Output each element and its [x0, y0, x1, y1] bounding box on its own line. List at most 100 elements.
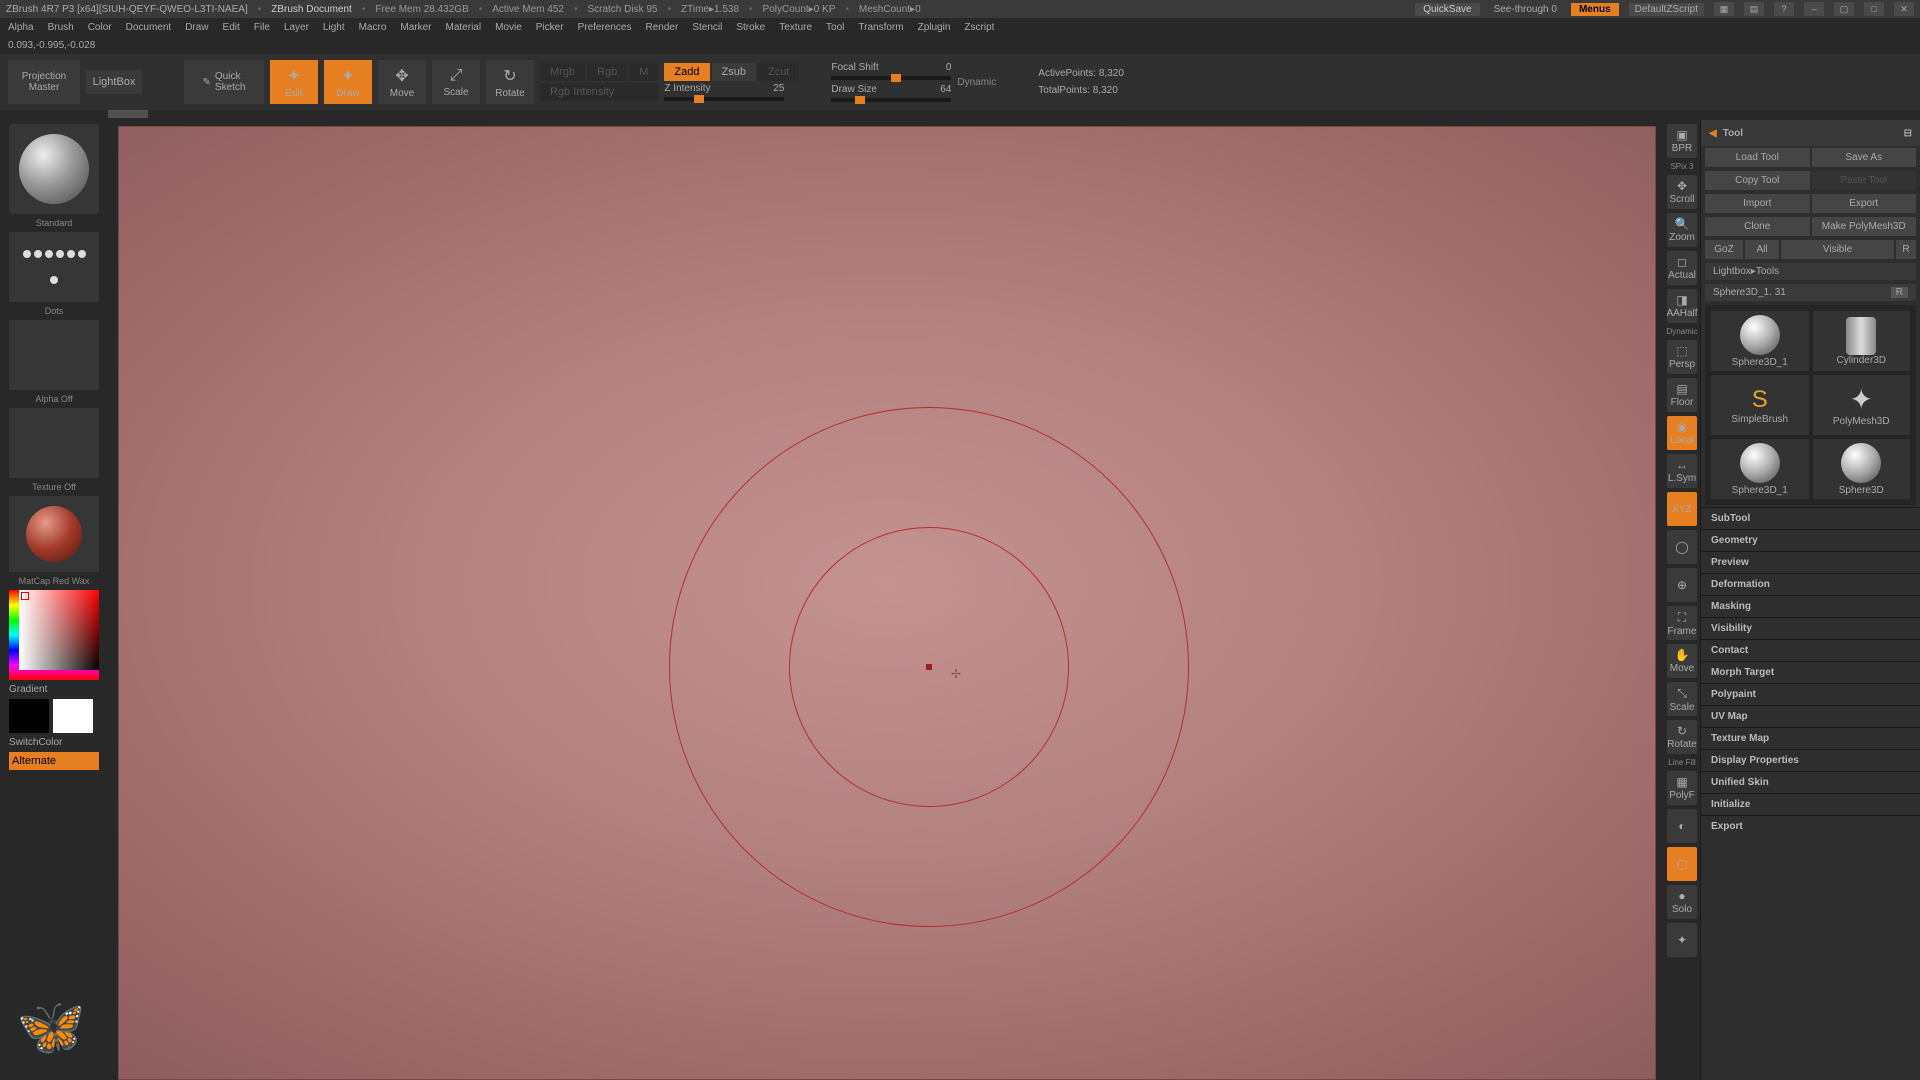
menu-draw[interactable]: Draw	[185, 22, 208, 33]
tool-thumb-sphere2[interactable]: Sphere3D_1	[1711, 439, 1809, 499]
zoom-button[interactable]: 🔍Zoom	[1667, 213, 1697, 247]
menu-render[interactable]: Render	[646, 22, 679, 33]
win-icon-1[interactable]: ▦	[1714, 2, 1734, 16]
rotate-button[interactable]: ↻Rotate	[486, 60, 534, 104]
subpalette-deformation[interactable]: Deformation	[1701, 573, 1920, 595]
menu-preferences[interactable]: Preferences	[578, 22, 632, 33]
subpalette-geometry[interactable]: Geometry	[1701, 529, 1920, 551]
spix-label[interactable]: SPix 3	[1670, 162, 1693, 171]
edit-button[interactable]: ✦Edit	[270, 60, 318, 104]
draw-size-slider[interactable]: Draw Size64	[831, 84, 951, 102]
close-icon[interactable]: ✕	[1894, 2, 1914, 16]
menu-light[interactable]: Light	[323, 22, 345, 33]
menu-macro[interactable]: Macro	[359, 22, 387, 33]
win-icon-2[interactable]: ▤	[1744, 2, 1764, 16]
ghost-button[interactable]: ▢	[1667, 847, 1697, 881]
tool-thumb-polymesh[interactable]: ✦PolyMesh3D	[1813, 375, 1911, 435]
menu-movie[interactable]: Movie	[495, 22, 522, 33]
xyz-button[interactable]: XYZ	[1667, 492, 1697, 526]
menu-tool[interactable]: Tool	[826, 22, 844, 33]
menus-button[interactable]: Menus	[1571, 3, 1619, 16]
subpalette-morphtarget[interactable]: Morph Target	[1701, 661, 1920, 683]
focal-shift-slider[interactable]: Focal Shift0	[831, 62, 951, 80]
menu-zplugin[interactable]: Zplugin	[918, 22, 951, 33]
copy-tool-button[interactable]: Copy Tool	[1705, 171, 1810, 190]
rgb-intensity[interactable]: Rgb Intensity	[540, 83, 658, 101]
quicksave-button[interactable]: QuickSave	[1415, 3, 1479, 16]
subpalette-unifiedskin[interactable]: Unified Skin	[1701, 771, 1920, 793]
goz-r-button[interactable]: R	[1896, 240, 1916, 259]
primary-color-swatch[interactable]	[53, 699, 93, 733]
subpalette-preview[interactable]: Preview	[1701, 551, 1920, 573]
bpr-button[interactable]: ▣BPR	[1667, 124, 1697, 158]
menu-material[interactable]: Material	[446, 22, 482, 33]
subpalette-initialize[interactable]: Initialize	[1701, 793, 1920, 815]
rotate-nav-button[interactable]: ↻Rotate	[1667, 720, 1697, 754]
menu-document[interactable]: Document	[126, 22, 172, 33]
floor-button[interactable]: ▤Floor	[1667, 378, 1697, 412]
switchcolor-button[interactable]: SwitchColor	[9, 737, 99, 748]
subpalette-texturemap[interactable]: Texture Map	[1701, 727, 1920, 749]
menu-picker[interactable]: Picker	[536, 22, 564, 33]
lsym-button[interactable]: ↔L.Sym	[1667, 454, 1697, 488]
menu-transform[interactable]: Transform	[858, 22, 903, 33]
menu-file[interactable]: File	[254, 22, 270, 33]
scroll-button[interactable]: ✥Scroll	[1667, 175, 1697, 209]
menu-edit[interactable]: Edit	[223, 22, 240, 33]
subpalette-subtool[interactable]: SubTool	[1701, 507, 1920, 529]
menu-texture[interactable]: Texture	[779, 22, 812, 33]
alternate-button[interactable]: Alternate	[9, 752, 99, 770]
minimize-icon[interactable]: –	[1804, 2, 1824, 16]
subpalette-displayproperties[interactable]: Display Properties	[1701, 749, 1920, 771]
save-as-button[interactable]: Save As	[1812, 148, 1917, 167]
dynamic-toggle[interactable]: Dynamic	[957, 77, 996, 88]
restore-icon[interactable]: ▢	[1834, 2, 1854, 16]
z-intensity-slider[interactable]: Z Intensity25	[664, 83, 784, 101]
frame-button[interactable]: ⛶Frame	[1667, 606, 1697, 640]
menu-stencil[interactable]: Stencil	[692, 22, 722, 33]
subpalette-polypaint[interactable]: Polypaint	[1701, 683, 1920, 705]
rgb-button[interactable]: Rgb	[587, 63, 627, 81]
tool-thumb-simplebrush[interactable]: SSimpleBrush	[1711, 375, 1809, 435]
goz-all-button[interactable]: All	[1745, 240, 1779, 259]
seethrough-slider[interactable]: See-through 0	[1490, 3, 1561, 16]
subpalette-visibility[interactable]: Visibility	[1701, 617, 1920, 639]
quicksketch-button[interactable]: ✎ QuickSketch	[184, 60, 264, 104]
material-thumbnail[interactable]	[9, 496, 99, 572]
goz-button[interactable]: GoZ	[1705, 240, 1743, 259]
draw-button[interactable]: ✦Draw	[324, 60, 372, 104]
clone-button[interactable]: Clone	[1705, 217, 1810, 236]
default-zscript[interactable]: DefaultZScript	[1629, 3, 1704, 16]
move-button[interactable]: ✥Move	[378, 60, 426, 104]
subpalette-uvmap[interactable]: UV Map	[1701, 705, 1920, 727]
history-bar[interactable]	[108, 110, 148, 118]
zsub-button[interactable]: Zsub	[712, 63, 756, 81]
transp-button[interactable]: ◐	[1667, 809, 1697, 843]
menu-color[interactable]: Color	[88, 22, 112, 33]
export-button[interactable]: Export	[1812, 194, 1917, 213]
zadd-button[interactable]: Zadd	[664, 63, 709, 81]
make-polymesh-button[interactable]: Make PolyMesh3D	[1812, 217, 1917, 236]
target-button[interactable]: ⊕	[1667, 568, 1697, 602]
menu-marker[interactable]: Marker	[400, 22, 431, 33]
color-picker[interactable]	[9, 590, 99, 680]
subpalette-export[interactable]: Export	[1701, 815, 1920, 837]
import-button[interactable]: Import	[1705, 194, 1810, 213]
m-button[interactable]: M	[629, 63, 658, 81]
persp-button[interactable]: ⬚Persp	[1667, 340, 1697, 374]
menu-stroke[interactable]: Stroke	[736, 22, 765, 33]
mrgb-button[interactable]: Mrgb	[540, 63, 585, 81]
subpalette-contact[interactable]: Contact	[1701, 639, 1920, 661]
subpalette-masking[interactable]: Masking	[1701, 595, 1920, 617]
load-tool-button[interactable]: Load Tool	[1705, 148, 1810, 167]
local-button[interactable]: ◉Local	[1667, 416, 1697, 450]
zcut-button[interactable]: Zcut	[758, 63, 799, 81]
menu-zscript[interactable]: Zscript	[964, 22, 994, 33]
polyf-button[interactable]: ▦PolyF	[1667, 771, 1697, 805]
gradient-button[interactable]: Gradient	[9, 684, 99, 695]
move-nav-button[interactable]: ✋Move	[1667, 644, 1697, 678]
scale-button[interactable]: ⤢Scale	[432, 60, 480, 104]
secondary-color-swatch[interactable]	[9, 699, 49, 733]
tool-thumb-sphere3d[interactable]: Sphere3D	[1813, 439, 1911, 499]
lightbox-tools-button[interactable]: Lightbox▸Tools	[1705, 263, 1916, 280]
